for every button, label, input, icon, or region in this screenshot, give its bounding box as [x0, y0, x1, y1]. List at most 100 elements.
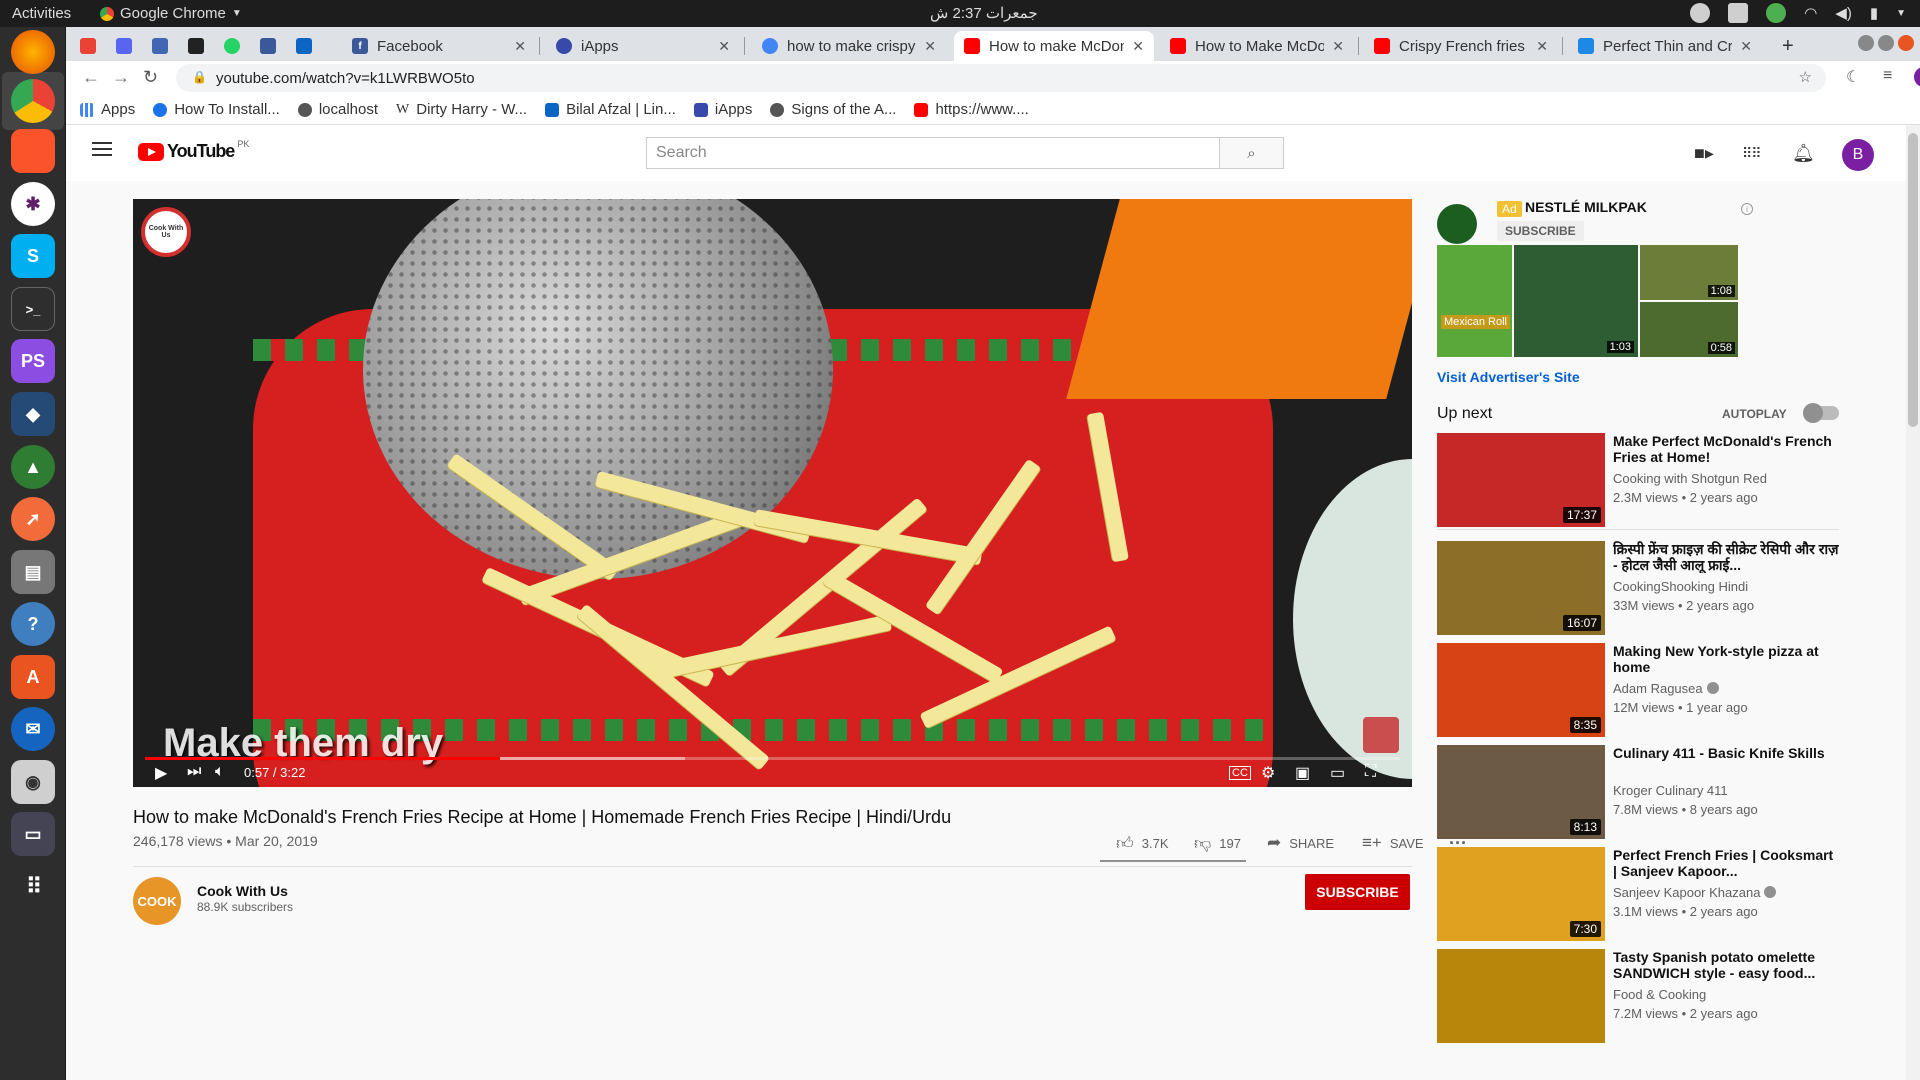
recommended-channel[interactable]: Sanjeev Kapoor Khazana [1613, 885, 1777, 900]
video-player[interactable]: Cook With Us Make them dry ▶ ⏭︎ 🔈︎ 0:57 … [133, 199, 1412, 787]
ad-subscribe-button[interactable]: SUBSCRIBE [1497, 221, 1584, 241]
account-avatar[interactable]: B [1842, 139, 1874, 171]
brave-icon[interactable] [11, 129, 55, 173]
subscribe-watermark-icon[interactable] [1363, 717, 1399, 753]
tab-active-youtube[interactable]: How to make McDon ✕ [954, 31, 1154, 61]
autoplay-toggle[interactable] [1803, 403, 1839, 423]
recommended-title[interactable]: Perfect French Fries | Cooksmart | Sanje… [1613, 847, 1839, 879]
files-icon[interactable]: ▤ [11, 550, 55, 594]
tab-youtube-2[interactable]: How to Make McDon ✕ [1160, 31, 1354, 61]
software-center-icon[interactable]: A [11, 655, 55, 699]
share-button[interactable]: ➦ SHARE [1267, 833, 1334, 853]
apps-grid-icon[interactable]: ⠿⠿ [1742, 145, 1761, 162]
youtube-logo[interactable]: YouTube PK [138, 139, 249, 162]
ad-thumbnail[interactable]: Mexican Roll [1437, 245, 1512, 357]
ad-thumbnail[interactable]: 1:03 [1514, 245, 1638, 357]
video-thumbnail[interactable]: 7:30 [1437, 847, 1605, 941]
close-icon[interactable]: ✕ [718, 38, 730, 55]
close-icon[interactable]: ✕ [514, 38, 526, 55]
maximize-button[interactable] [1878, 35, 1894, 51]
close-icon[interactable]: ✕ [1740, 38, 1752, 55]
bookmark-youtube-url[interactable]: https://www.... [914, 101, 1029, 118]
terminal-icon[interactable]: >_ [11, 287, 55, 331]
page-scrollbar[interactable] [1906, 125, 1920, 1080]
create-video-icon[interactable]: ■▸ [1694, 143, 1714, 164]
info-icon[interactable]: i [1741, 203, 1753, 215]
video-thumbnail[interactable]: 8:13 [1437, 745, 1605, 839]
settings-gear-icon[interactable]: ⚙ [1261, 763, 1275, 783]
tab-pinned-2[interactable] [106, 31, 138, 61]
rhythmbox-icon[interactable]: ◉ [11, 760, 55, 804]
volume-icon[interactable]: ◀) [1835, 4, 1852, 22]
slack-tray-icon[interactable] [1728, 3, 1749, 23]
recommended-channel[interactable]: Food & Cooking [1613, 987, 1706, 1002]
recommended-title[interactable]: Making New York-style pizza at home [1613, 643, 1839, 675]
scrollbar-thumb[interactable] [1908, 133, 1918, 427]
recommended-title[interactable]: Make Perfect McDonald's French Fries at … [1613, 433, 1839, 465]
progress-bar[interactable] [145, 757, 1400, 760]
tab-youtube-3[interactable]: Crispy French fries R ✕ [1364, 31, 1558, 61]
recommended-video[interactable]: 17:37 Make Perfect McDonald's French Fri… [1437, 433, 1839, 527]
phpstorm-icon[interactable]: PS [11, 339, 55, 383]
ad-thumbnail[interactable]: 0:58 [1640, 302, 1738, 357]
forward-arrow-icon[interactable]: → [112, 67, 130, 88]
wifi-icon[interactable]: ◠ [1804, 4, 1817, 22]
hamburger-menu-icon[interactable] [92, 142, 112, 156]
moon-extension-icon[interactable]: ☾ [1846, 67, 1860, 87]
play-icon[interactable]: ▶ [155, 763, 167, 783]
thunderbird-icon[interactable]: ✉ [11, 707, 55, 751]
next-icon[interactable]: ⏭︎ [187, 763, 201, 781]
advertiser-name[interactable]: NESTLÉ MILKPAK [1525, 199, 1647, 215]
bookmark-localhost[interactable]: localhost [297, 101, 378, 118]
recommended-video[interactable]: 8:13 Culinary 411 - Basic Knife Skills K… [1437, 745, 1839, 839]
minimize-button[interactable] [1858, 35, 1874, 51]
recommended-channel[interactable]: CookingShooking Hindi [1613, 579, 1748, 594]
robo3t-icon[interactable]: ▲ [11, 445, 55, 489]
tab-pinned-3[interactable] [142, 31, 174, 61]
tab-pinned-6[interactable] [250, 31, 282, 61]
recommended-video[interactable]: 8:35 Making New York-style pizza at home… [1437, 643, 1839, 737]
screenshot-icon[interactable]: ▭ [11, 812, 55, 856]
tab-pinned-1[interactable] [70, 31, 102, 61]
advertiser-logo[interactable] [1437, 204, 1477, 244]
firefox-icon[interactable] [11, 30, 55, 74]
bookmark-signs[interactable]: Signs of the A... [770, 101, 896, 118]
close-window-button[interactable] [1898, 35, 1914, 51]
recommended-channel[interactable]: Kroger Culinary 411 [1613, 783, 1728, 798]
reading-list-icon[interactable]: ≡ [1883, 67, 1892, 85]
bookmark-star-icon[interactable]: ☆ [1799, 68, 1812, 86]
battery-icon[interactable]: ▮ [1870, 4, 1878, 22]
mysql-workbench-icon[interactable]: ◆ [11, 392, 55, 436]
help-icon[interactable]: ? [11, 602, 55, 646]
recommended-video[interactable]: 7:30 Perfect French Fries | Cooksmart | … [1437, 847, 1839, 941]
app-menu[interactable]: Google Chrome ▼ [100, 5, 242, 22]
tab-google-search[interactable]: how to make crispy f ✕ [752, 31, 946, 61]
bookmark-linkedin[interactable]: Bilal Afzal | Lin... [545, 101, 676, 118]
tab-iapps[interactable]: iApps ✕ [546, 31, 740, 61]
bookmark-iapps[interactable]: iApps [693, 101, 752, 118]
recommended-title[interactable]: क्रिस्पी फ्रेंच फ्राइज़ की सीक्रेट रेसिप… [1613, 541, 1839, 573]
obs-icon[interactable] [1690, 3, 1711, 23]
close-icon[interactable]: ✕ [924, 38, 936, 55]
recommended-video[interactable]: 16:07 क्रिस्पी फ्रेंच फ्राइज़ की सीक्रेट… [1437, 541, 1839, 635]
fullscreen-icon[interactable]: ⛶ [1365, 763, 1376, 781]
bookmark-dirty-harry[interactable]: W Dirty Harry - W... [396, 101, 527, 118]
chrome-dock-icon[interactable] [11, 79, 55, 123]
tab-perfect-fries[interactable]: Perfect Thin and Cris ✕ [1568, 31, 1762, 61]
recommended-channel[interactable]: Cooking with Shotgun Red [1613, 471, 1767, 486]
video-thumbnail[interactable]: 8:35 [1437, 643, 1605, 737]
recommended-video[interactable]: Tasty Spanish potato omelette SANDWICH s… [1437, 949, 1839, 1043]
skype-icon[interactable]: S [11, 234, 55, 278]
new-tab-button[interactable]: + [1772, 31, 1802, 61]
notifications-bell-icon[interactable]: 🔔︎ [1792, 143, 1815, 164]
video-thumbnail[interactable]: 16:07 [1437, 541, 1605, 635]
ad-thumbnail[interactable]: 1:08 [1640, 245, 1738, 300]
reload-icon[interactable]: ↻ [143, 67, 158, 88]
system-menu-chevron-icon[interactable]: ▼ [1896, 8, 1906, 19]
video-thumbnail[interactable] [1437, 949, 1605, 1043]
tab-pinned-7[interactable] [286, 31, 318, 61]
close-icon[interactable]: ✕ [1536, 38, 1548, 55]
dislike-button[interactable]: 👎︎ 197 [1194, 833, 1241, 854]
save-button[interactable]: ≡+ SAVE [1362, 833, 1424, 853]
tab-pinned-4[interactable] [178, 31, 210, 61]
